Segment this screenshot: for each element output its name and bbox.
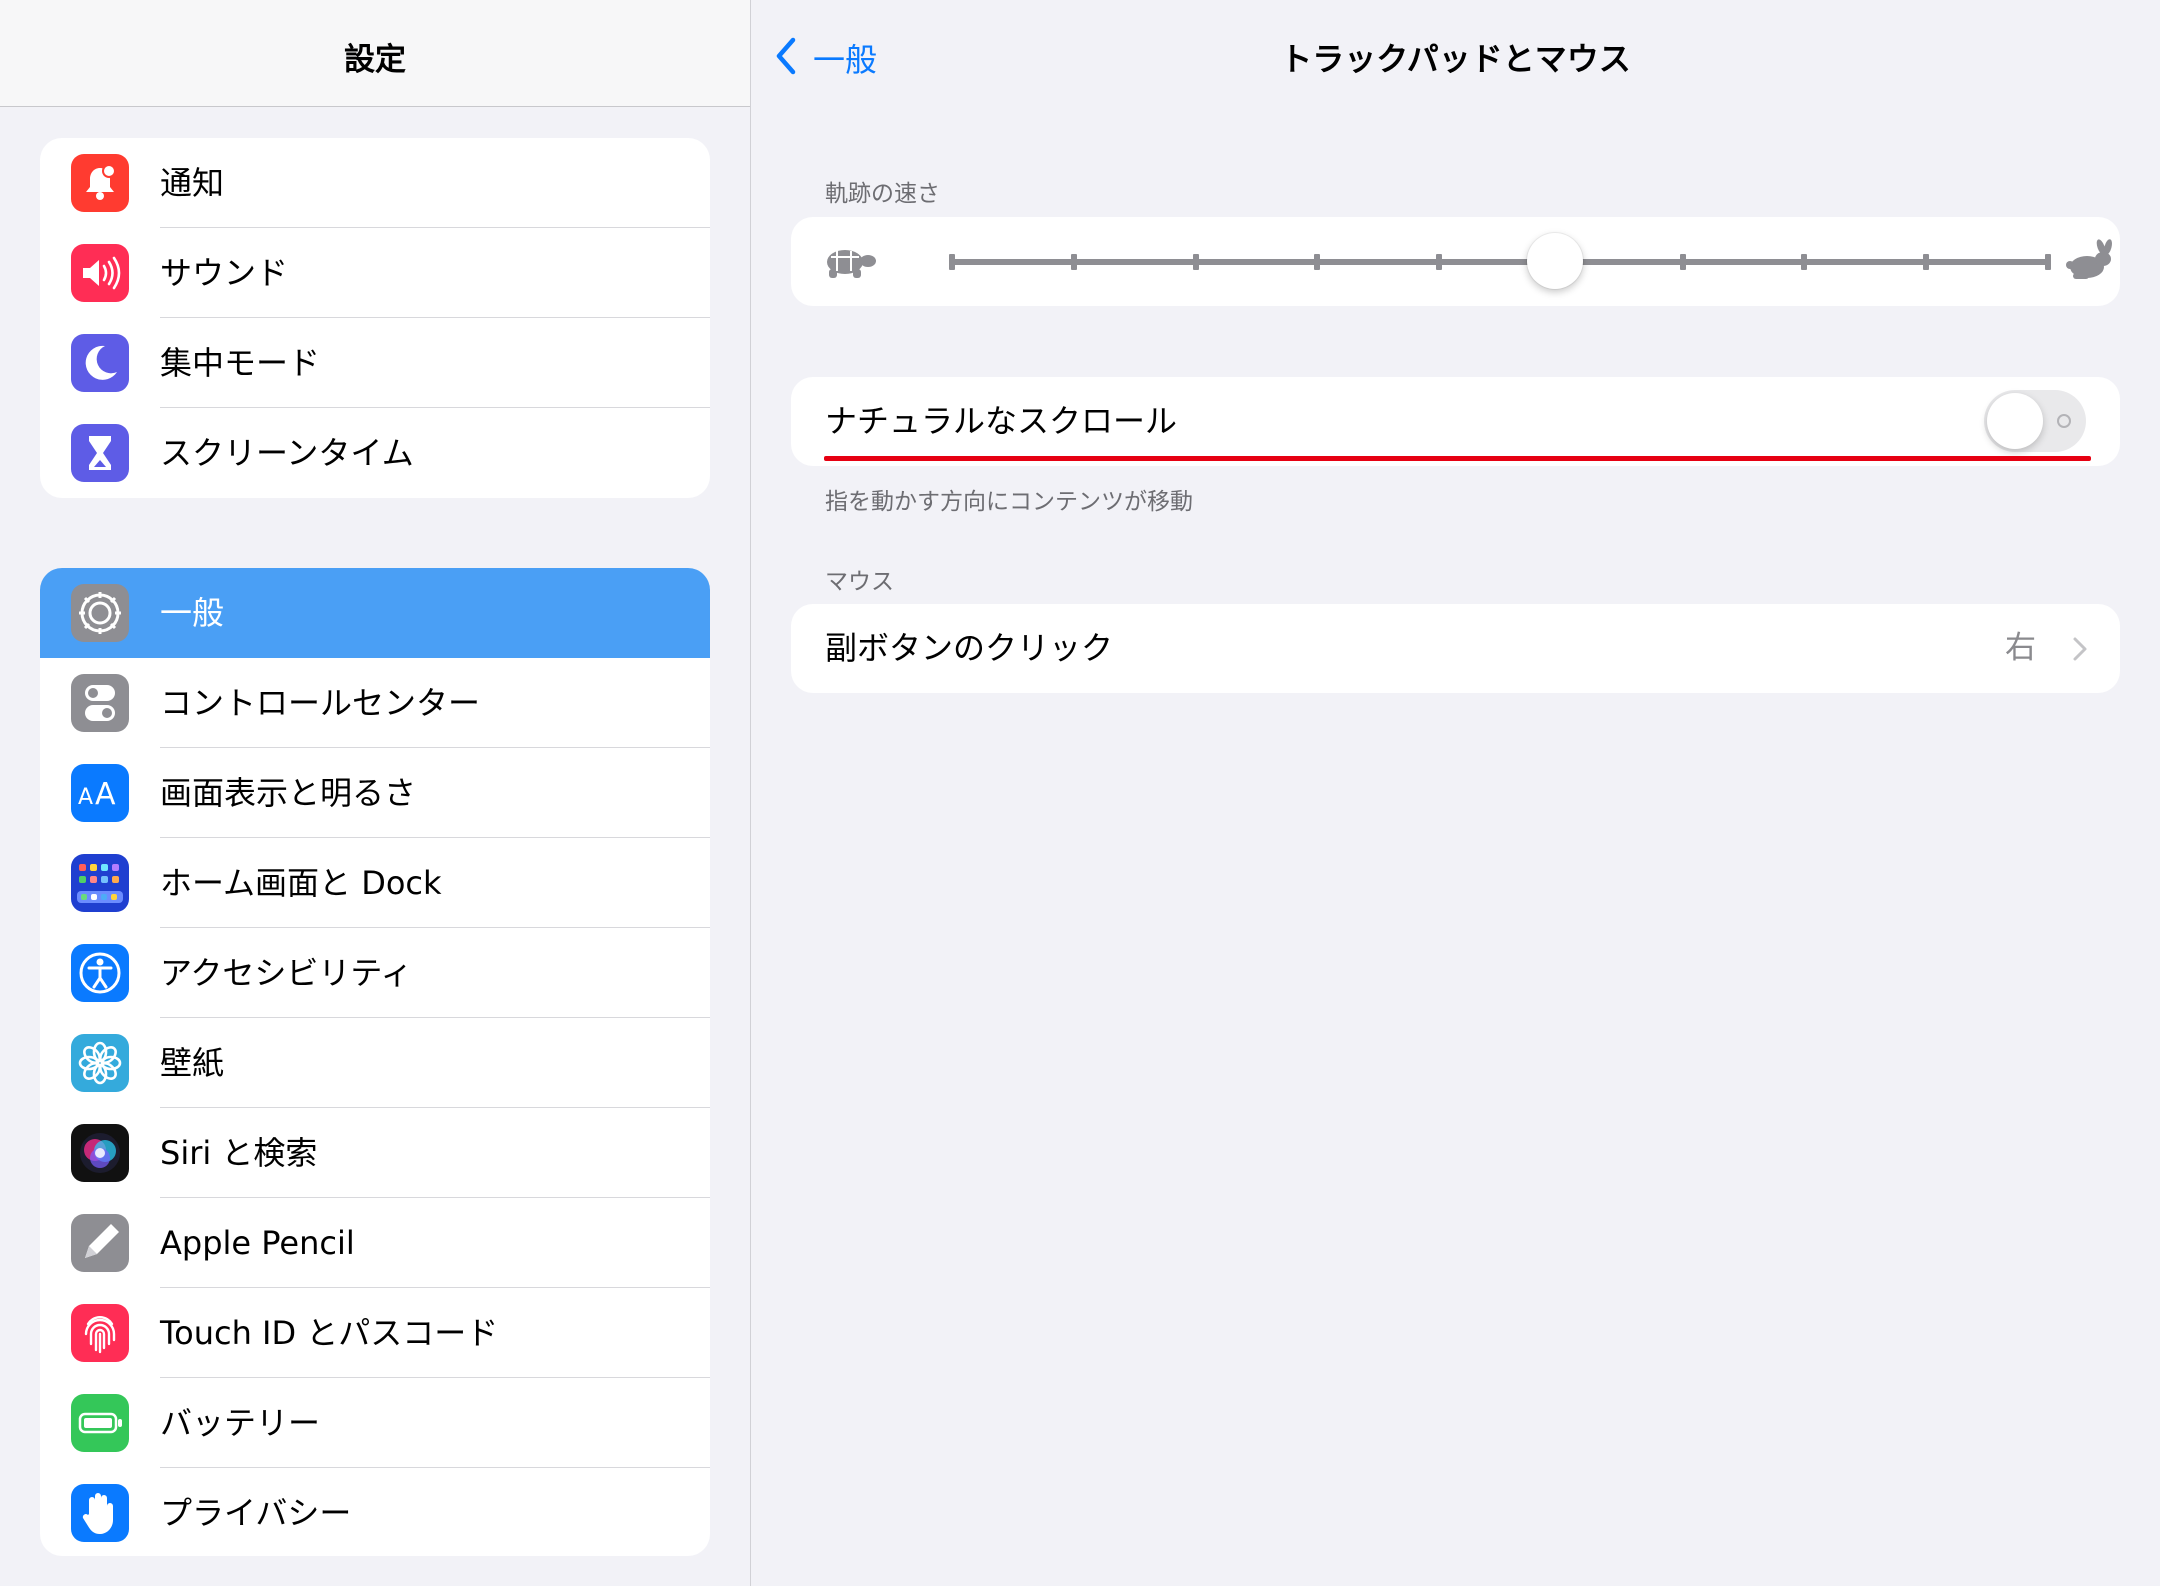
rabbit-icon	[2066, 239, 2112, 279]
sidebar-item[interactable]: ホーム画面と Dock	[40, 838, 710, 928]
home-screen-icon	[71, 854, 129, 912]
sidebar-item[interactable]: 通知	[40, 138, 710, 228]
siri-icon	[71, 1124, 129, 1182]
pencil-icon	[71, 1214, 129, 1272]
sidebar-item-label: アクセシビリティ	[160, 954, 413, 992]
battery-icon	[71, 1394, 129, 1452]
sidebar-item-label: バッテリー	[160, 1404, 321, 1442]
toggle-off-indicator	[2057, 414, 2071, 428]
flower-icon	[71, 1034, 129, 1092]
toggles-icon	[71, 674, 129, 732]
secondary-click-value: 右	[2005, 630, 2036, 666]
slider-tick	[1436, 254, 1443, 270]
sidebar-item-label: コントロールセンター	[160, 684, 481, 722]
slider-tick	[2045, 254, 2051, 270]
sidebar-item-label: 一般	[160, 594, 225, 632]
settings-group-1: 通知サウンド集中モードスクリーンタイム	[40, 138, 710, 498]
speed-slider-thumb[interactable]	[1527, 233, 1584, 289]
toggle-knob	[1987, 393, 2043, 449]
sidebar-item[interactable]: スクリーンタイム	[40, 408, 710, 498]
sidebar-item-label: 集中モード	[160, 344, 321, 382]
slider-tick	[1801, 254, 1808, 270]
slider-tick	[1192, 254, 1199, 270]
speed-section-header: 軌跡の速さ	[825, 181, 940, 207]
slider-tick	[1923, 254, 1930, 270]
sidebar-item[interactable]: プライバシー	[40, 1468, 710, 1556]
speed-slider-track[interactable]	[949, 259, 2051, 265]
gear-icon	[71, 584, 129, 642]
sidebar-item[interactable]: Apple Pencil	[40, 1198, 710, 1288]
natural-scroll-footer: 指を動かす方向にコンテンツが移動	[825, 489, 1193, 515]
sidebar-item[interactable]: A A 画面表示と明るさ	[40, 748, 710, 838]
turtle-icon	[827, 250, 876, 278]
natural-scroll-toggle[interactable]	[1984, 390, 2086, 452]
secondary-click-label: 副ボタンのクリック	[825, 629, 1114, 667]
slider-tick	[1070, 254, 1077, 270]
notifications-icon	[71, 154, 129, 212]
sidebar-item[interactable]: Touch ID とパスコード	[40, 1288, 710, 1378]
slider-tick	[1679, 254, 1686, 270]
sidebar-item[interactable]: アクセシビリティ	[40, 928, 710, 1018]
natural-scroll-label: ナチュラルなスクロール	[825, 402, 1178, 440]
sidebar-item-label: Siri と検索	[160, 1134, 318, 1172]
sidebar-item[interactable]: 一般	[40, 568, 710, 658]
sidebar-header: 設定	[0, 0, 750, 107]
natural-scroll-card: ナチュラルなスクロール	[791, 377, 2120, 466]
text-size-icon: AA	[71, 764, 129, 822]
sidebar-item-label: スクリーンタイム	[160, 434, 414, 472]
annotation-underline	[824, 456, 2091, 461]
sidebar-item-label: 通知	[160, 164, 225, 202]
sidebar-item[interactable]: Siri と検索	[40, 1108, 710, 1198]
detail-pane: 一般 トラックパッドとマウス 軌跡の速さ ナチュラルなスクロール 指を動かす方向…	[751, 0, 2160, 1586]
sidebar-item[interactable]: 壁紙	[40, 1018, 710, 1108]
page-title: トラックパッドとマウス	[1280, 40, 1631, 78]
moon-icon	[71, 334, 129, 392]
chevron-right-icon	[2073, 637, 2087, 661]
speaker-icon	[71, 244, 129, 302]
slider-tick	[1314, 254, 1321, 270]
secondary-click-row[interactable]: 副ボタンのクリック 右	[791, 604, 2120, 693]
slider-tick	[949, 254, 955, 270]
hand-icon	[71, 1484, 129, 1542]
tracking-speed-card	[791, 217, 2120, 306]
sidebar-item-label: サウンド	[160, 254, 289, 292]
sidebar-item-label: Apple Pencil	[160, 1224, 355, 1262]
mouse-section-header: マウス	[825, 569, 894, 595]
svg-text:A: A	[95, 777, 116, 812]
sidebar-title: 設定	[344, 42, 406, 78]
sidebar-item[interactable]: バッテリー	[40, 1378, 710, 1468]
settings-group-2: 一般コントロールセンター A A 画面表示と明るさ ホーム画面と Dock アクセシビリテ…	[40, 568, 710, 1556]
fingerprint-icon	[71, 1304, 129, 1362]
svg-text:A: A	[78, 785, 93, 810]
hourglass-icon	[71, 424, 129, 482]
sidebar-item[interactable]: コントロールセンター	[40, 658, 710, 748]
sidebar-item[interactable]: サウンド	[40, 228, 710, 318]
sidebar-item-label: 壁紙	[160, 1044, 225, 1082]
sidebar-item-label: プライバシー	[160, 1494, 352, 1532]
sidebar: 設定 通知サウンド集中モードスクリーンタイム 一般コントロールセンター A A 画面表…	[0, 0, 751, 1586]
accessibility-icon	[71, 944, 129, 1002]
sidebar-item-label: 画面表示と明るさ	[160, 774, 417, 812]
sidebar-item-label: Touch ID とパスコード	[160, 1314, 499, 1352]
sidebar-item-label: ホーム画面と Dock	[160, 864, 442, 902]
sidebar-item[interactable]: 集中モード	[40, 318, 710, 408]
